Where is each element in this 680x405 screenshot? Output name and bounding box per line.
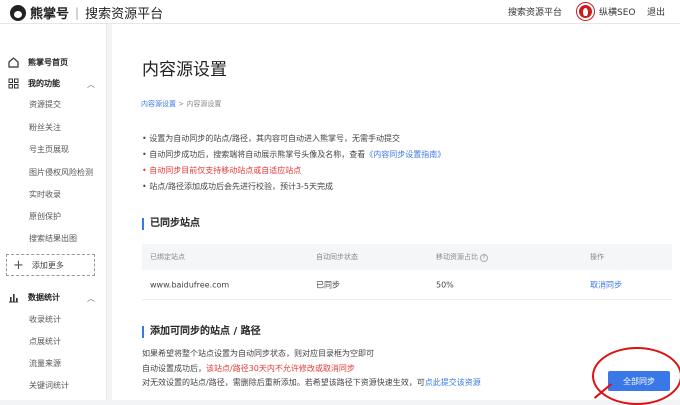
top-bar: 熊掌号 | 搜索资源平台 搜索资源平台 纵横SEO 退出 xyxy=(0,0,680,24)
note-line: • 站点/路径添加成功后会先进行校验，预计3-5天完成 xyxy=(142,182,334,191)
cancel-sync-link[interactable]: 取消同步 xyxy=(590,279,622,290)
sidebar-group-my-functions[interactable]: 我的功能 xyxy=(8,78,60,89)
logout-link[interactable]: 退出 xyxy=(647,5,665,18)
sidebar-group-label: 数据统计 xyxy=(28,293,60,302)
add-site-notes: 如果希望将整个站点设置为自动同步状态，则对应目录框为空即可 自动设置成功后，该站… xyxy=(142,347,481,391)
sidebar-item-original-protection[interactable]: 原创保护 xyxy=(29,211,61,222)
mobile-ratio: 50% xyxy=(436,280,454,289)
info-notes: • 设置为自动同步的站点/路径，其内容可自动进入熊掌号，无需手动提交 • 自动同… xyxy=(142,131,445,195)
note-line-warning: • 自动同步目前仅支持移动站点或自适应站点 xyxy=(142,166,302,175)
help-icon[interactable]: ? xyxy=(480,254,488,262)
nav-search-resource-platform[interactable]: 搜索资源平台 xyxy=(508,5,562,18)
note-line: • 自动同步成功后，搜索端将自动展示熊掌号头像及名称，查看《内容同步设置指南》 xyxy=(142,150,446,159)
breadcrumb-current: 内容源设置 xyxy=(186,100,222,108)
avatar[interactable] xyxy=(577,3,594,20)
sidebar-item-search-image[interactable]: 搜索结果出图 xyxy=(29,233,77,244)
sidebar-item-keyword-stats[interactable]: 关键词统计 xyxy=(29,380,69,391)
sidebar-item-realtime-index[interactable]: 实时收录 xyxy=(29,189,61,200)
add-more-label: 添加更多 xyxy=(31,260,64,270)
sync-guide-link[interactable]: 《内容同步设置指南》 xyxy=(365,150,445,159)
column-header: 自动同步状态 xyxy=(316,253,358,261)
sidebar-item-home[interactable]: 熊掌号首页 xyxy=(8,57,68,68)
column-header: 移动资源占比? xyxy=(436,252,488,262)
brand-logo[interactable]: 熊掌号 | 搜索资源平台 xyxy=(10,3,163,22)
sidebar-item-traffic-source[interactable]: 流量来源 xyxy=(29,358,61,369)
main-content: 内容源设置 内容源设置 > 内容源设置 • 设置为自动同步的站点/路径，其内容可… xyxy=(112,24,680,405)
submit-resource-link[interactable]: 点此提交该资源 xyxy=(425,378,481,387)
add-more-button[interactable]: + 添加更多 xyxy=(6,254,95,276)
sidebar-item-homepage-display[interactable]: 号主页展现 xyxy=(29,144,69,155)
plus-icon: + xyxy=(13,257,24,273)
breadcrumb-separator: > xyxy=(178,100,185,108)
sidebar-item-image-infringement[interactable]: 图片侵权风险检测 xyxy=(29,167,93,178)
grid-icon xyxy=(8,78,19,89)
annotation-circle xyxy=(592,347,680,405)
note-line: 如果希望将整个站点设置为自动同步状态，则对应目录框为空即可 xyxy=(142,349,374,358)
note-line: 对无效设置的站点/路径，需删除后重新添加。若希望该路径下资源快速生效，可点此提交… xyxy=(142,378,481,387)
sidebar: 熊掌号首页 我的功能 ︿ 资源提交 粉丝关注 号主页展现 图片侵权风险检测 实时… xyxy=(0,24,107,400)
bar-chart-icon xyxy=(9,294,18,303)
sidebar-item-fans[interactable]: 粉丝关注 xyxy=(29,122,61,133)
home-icon xyxy=(8,57,19,68)
note-line: • 设置为自动同步的站点/路径，其内容可自动进入熊掌号，无需手动提交 xyxy=(142,134,400,143)
brand-subtitle: 搜索资源平台 xyxy=(85,7,164,22)
add-sync-sites-heading: 添加可同步的站点 / 路径 xyxy=(142,326,261,338)
breadcrumb: 内容源设置 > 内容源设置 xyxy=(141,99,221,109)
synced-sites-heading: 已同步站点 xyxy=(142,218,200,230)
table-row: www.baidufree.com 已同步 50% 取消同步 xyxy=(142,270,672,300)
sidebar-item-index-stats[interactable]: 收录统计 xyxy=(29,314,61,325)
sync-status: 已同步 xyxy=(316,280,340,289)
paw-logo-icon xyxy=(10,4,26,21)
sidebar-group-label: 我的功能 xyxy=(28,79,60,88)
sidebar-item-label: 熊掌号首页 xyxy=(28,58,68,67)
site-url: www.baidufree.com xyxy=(150,280,230,289)
username[interactable]: 纵横SEO xyxy=(599,5,635,18)
table-header: 已绑定站点 自动同步状态 移动资源占比? 操作 xyxy=(142,244,672,270)
column-header: 操作 xyxy=(590,253,604,261)
brand-name: 熊掌号 xyxy=(30,7,70,22)
breadcrumb-parent[interactable]: 内容源设置 xyxy=(141,100,176,108)
synced-sites-table: 已绑定站点 自动同步状态 移动资源占比? 操作 www.baidufree.co… xyxy=(142,244,672,300)
sidebar-group-data-stats[interactable]: 数据统计 xyxy=(8,292,60,303)
chevron-up-icon[interactable]: ︿ xyxy=(87,293,95,304)
sidebar-item-resource-submit[interactable]: 资源提交 xyxy=(29,99,61,110)
sidebar-item-click-stats[interactable]: 点展统计 xyxy=(29,336,61,347)
note-line: 自动设置成功后，该站点/路径30天内不允许修改或取消同步 xyxy=(142,363,355,373)
brand-separator: | xyxy=(75,5,80,20)
chevron-up-icon[interactable]: ︿ xyxy=(87,79,95,90)
page-title: 内容源设置 xyxy=(142,60,227,80)
column-header: 已绑定站点 xyxy=(150,253,185,261)
